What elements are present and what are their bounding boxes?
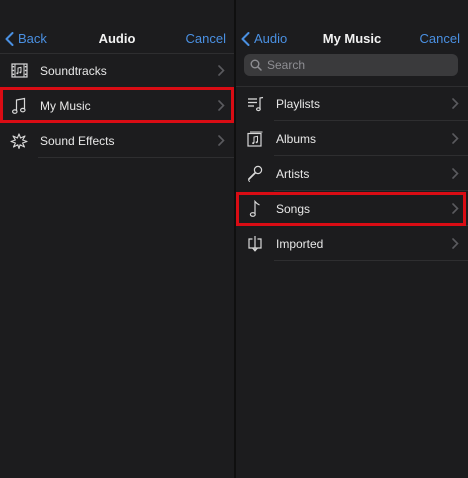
chevron-right-icon [218, 135, 225, 146]
list-item-playlists[interactable]: Playlists [236, 86, 468, 121]
my-music-panel: Audio My Music Cancel Search Playlists A… [236, 0, 468, 478]
playlist-icon [246, 95, 264, 113]
microphone-icon [246, 165, 264, 183]
list-item-label: Artists [276, 166, 310, 181]
audio-panel: Back Audio Cancel Soundtracks My Music S… [0, 0, 234, 478]
my-music-navbar: Audio My Music Cancel [236, 0, 468, 52]
list-item-label: Songs [276, 201, 311, 216]
list-item-sound-effects[interactable]: Sound Effects [0, 123, 234, 158]
back-label: Audio [254, 31, 288, 46]
cancel-button[interactable]: Cancel [420, 31, 460, 46]
search-icon [250, 59, 262, 71]
list-item-my-music[interactable]: My Music [0, 88, 234, 123]
list-item-label: Albums [276, 131, 317, 146]
back-button[interactable]: Audio [241, 31, 287, 46]
music-note-icon [246, 199, 264, 218]
audio-list: Soundtracks My Music Sound Effects [0, 53, 234, 158]
list-item-imported[interactable]: Imported [236, 226, 468, 261]
chevron-right-icon [452, 238, 459, 249]
list-item-label: Imported [276, 236, 324, 251]
list-item-artists[interactable]: Artists [236, 156, 468, 191]
list-item-label: My Music [40, 98, 91, 113]
search-input[interactable]: Search [244, 54, 458, 76]
cancel-button[interactable]: Cancel [186, 31, 226, 46]
music-note-icon [10, 97, 28, 115]
list-item-albums[interactable]: Albums [236, 121, 468, 156]
search-placeholder: Search [267, 58, 306, 72]
chevron-right-icon [452, 168, 459, 179]
my-music-list: Playlists Albums Artists Songs Imported [236, 86, 468, 261]
import-icon [246, 235, 264, 253]
chevron-right-icon [452, 203, 459, 214]
back-button[interactable]: Back [5, 31, 47, 46]
audio-navbar: Back Audio Cancel [0, 0, 234, 52]
list-item-label: Sound Effects [40, 133, 115, 148]
list-item-soundtracks[interactable]: Soundtracks [0, 53, 234, 88]
chevron-right-icon [452, 133, 459, 144]
chevron-right-icon [452, 98, 459, 109]
film-strip-icon [10, 62, 28, 80]
chevron-left-icon [241, 31, 250, 46]
list-item-label: Playlists [276, 96, 321, 111]
album-icon [246, 130, 264, 148]
sound-burst-icon [10, 132, 28, 150]
back-label: Back [18, 31, 47, 46]
chevron-right-icon [218, 65, 225, 76]
chevron-left-icon [5, 31, 14, 46]
list-item-songs[interactable]: Songs [236, 191, 468, 226]
chevron-right-icon [218, 100, 225, 111]
list-item-label: Soundtracks [40, 63, 107, 78]
